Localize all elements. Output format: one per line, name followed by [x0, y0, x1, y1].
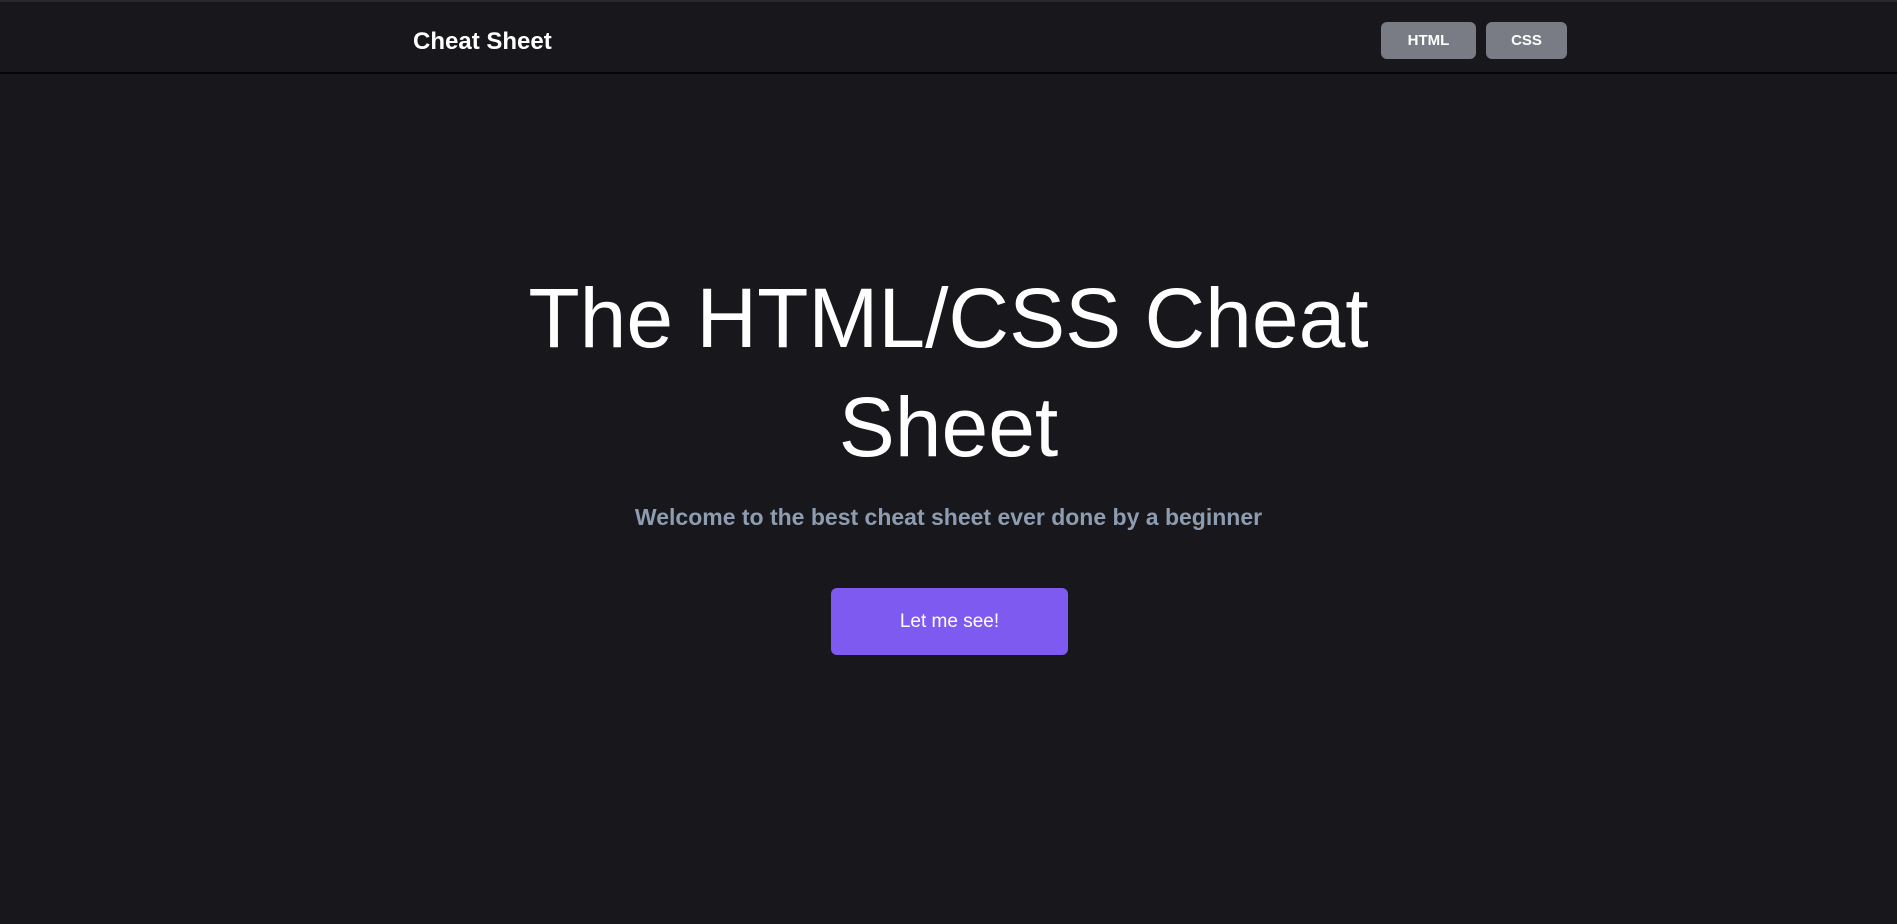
subtitle: Welcome to the best cheat sheet ever don… — [634, 504, 1263, 530]
let-me-see-button[interactable]: Let me see! — [831, 588, 1068, 655]
top-nav: Cheat Sheet HTML CSS — [0, 2, 1897, 74]
brand-title[interactable]: Cheat Sheet — [413, 28, 552, 56]
page-title-line-1: The HTML/CSS Cheat — [528, 271, 1369, 365]
page-title-line-2: Sheet — [838, 380, 1059, 474]
css-nav-button[interactable]: CSS — [1486, 22, 1567, 59]
html-nav-button[interactable]: HTML — [1381, 22, 1476, 59]
page-title: The HTML/CSS Cheat Sheet — [0, 264, 1897, 482]
